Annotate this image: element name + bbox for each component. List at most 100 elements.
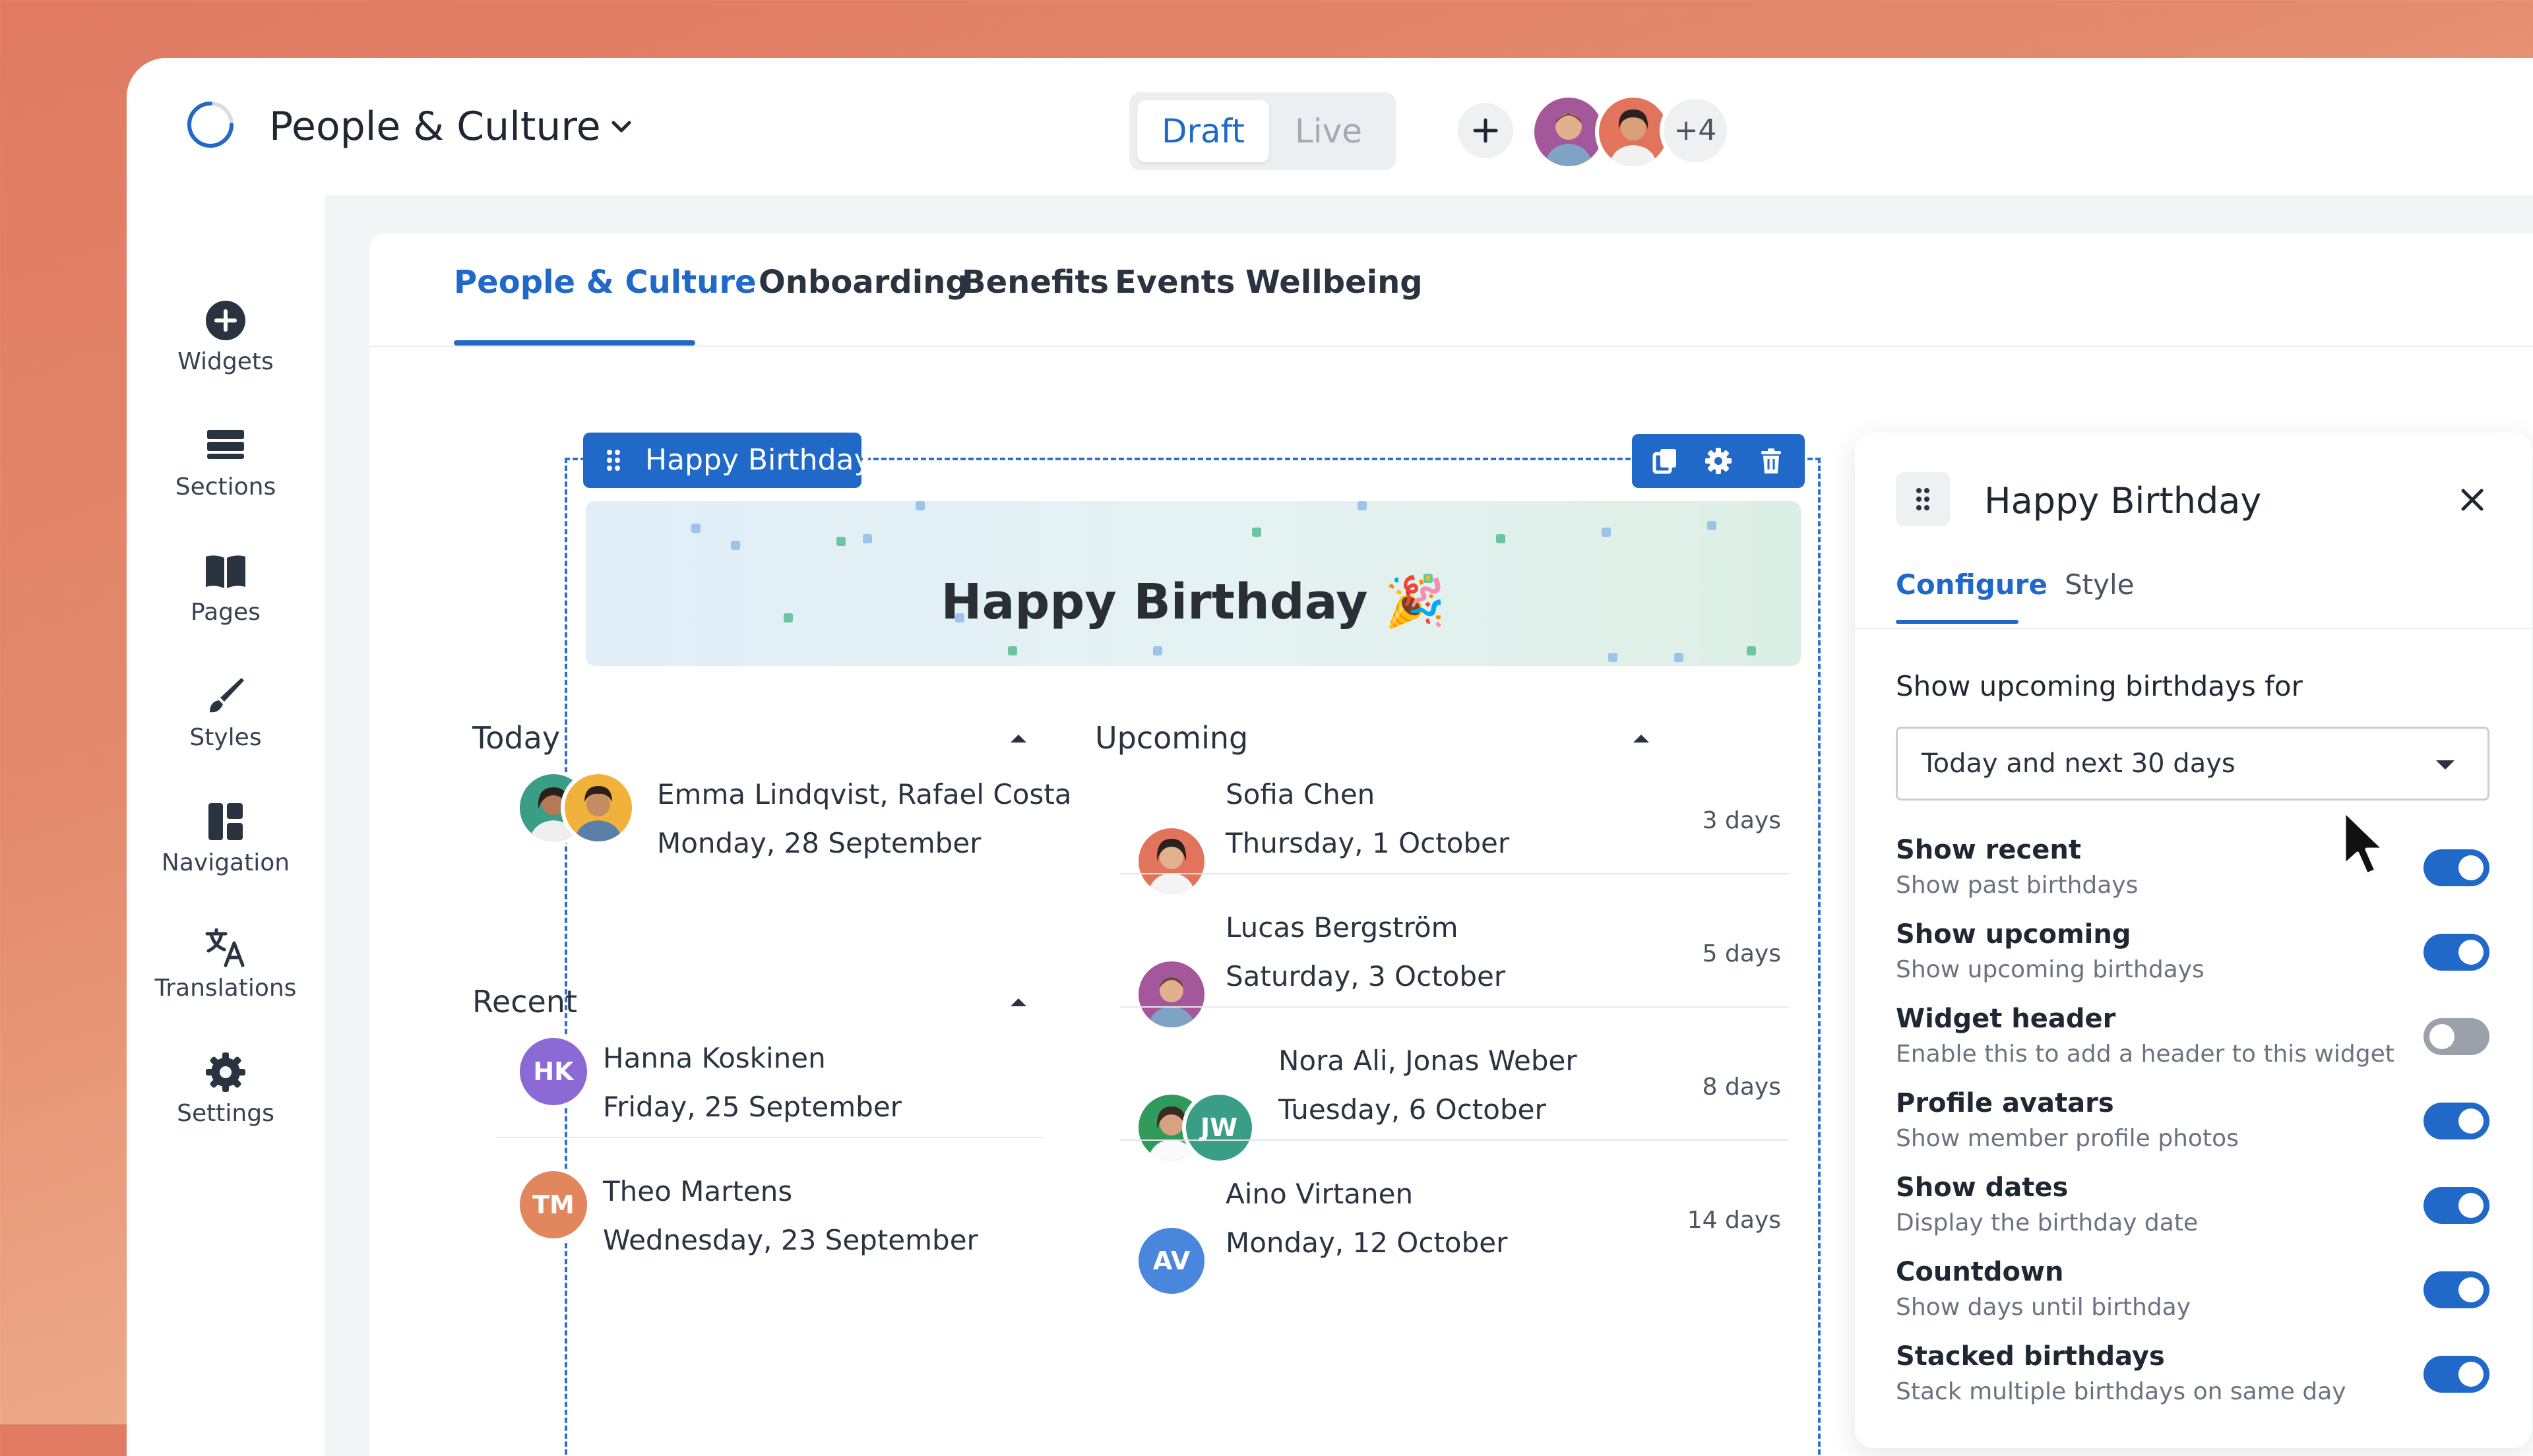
widget-drag-handle[interactable]: Happy Birthday <box>583 433 871 488</box>
option-title: Stacked birthdays <box>1896 1341 2165 1372</box>
site-title[interactable]: People & Culture <box>269 102 601 152</box>
collapse-caret-icon[interactable] <box>1011 998 1026 1006</box>
birthday-range-select[interactable]: Today and next 30 days <box>1896 727 2489 801</box>
confetti <box>1153 646 1162 655</box>
sidebar-item-navigation[interactable]: Navigation <box>127 801 325 899</box>
option-description: Display the birthday date <box>1896 1209 2199 1236</box>
option-description: Stack multiple birthdays on same day <box>1896 1378 2346 1405</box>
app-window: People & Culture Draft Live +4 Widgets S… <box>127 58 2533 1456</box>
widget-toolbar <box>1632 434 1805 488</box>
person-photo-icon <box>1610 109 1657 166</box>
tab-events[interactable]: Events <box>1115 264 1235 301</box>
sections-icon <box>207 430 244 459</box>
brush-icon <box>210 678 244 713</box>
person-photo-icon <box>1148 839 1195 894</box>
sidebar-item-translations[interactable]: Translations <box>127 926 325 1025</box>
sidebar-item-settings[interactable]: Settings <box>127 1051 325 1150</box>
today-section-title: Today <box>472 720 561 756</box>
days-countdown: 3 days <box>1702 807 1781 834</box>
sidebar-item-label: Widgets <box>177 348 274 375</box>
collapse-caret-icon[interactable] <box>1633 735 1649 743</box>
countdown-toggle[interactable] <box>2424 1271 2489 1308</box>
person-avatar <box>1135 824 1208 898</box>
dropdown-arrow-icon <box>2436 760 2455 770</box>
profile-avatars-toggle[interactable] <box>2424 1103 2489 1139</box>
sidebar-item-widgets[interactable]: Widgets <box>127 299 325 398</box>
option-description: Enable this to add a header to this widg… <box>1896 1041 2394 1068</box>
sidebar-item-styles[interactable]: Styles <box>127 675 325 774</box>
tab-people-culture[interactable]: People & Culture <box>454 264 757 301</box>
upcoming-section-title: Upcoming <box>1095 720 1249 756</box>
widget-header-toggle[interactable] <box>2424 1018 2489 1055</box>
panel-drag-handle[interactable] <box>1896 472 1950 526</box>
sidebar-item-label: Sections <box>175 473 276 501</box>
stacked-birthdays-toggle[interactable] <box>2424 1356 2489 1393</box>
collapse-caret-icon[interactable] <box>1011 735 1026 743</box>
confetti <box>1608 653 1617 662</box>
row-divider <box>1120 1006 1789 1008</box>
confetti <box>731 541 740 550</box>
confetti <box>1496 534 1505 543</box>
option-stacked-birthdays: Stacked birthdays Stack multiple birthda… <box>1896 1341 2489 1420</box>
confetti <box>1747 646 1756 655</box>
person-avatar <box>1135 957 1208 1031</box>
chevron-down-icon[interactable] <box>608 113 635 140</box>
option-show-recent: Show recent Show past birthdays <box>1896 835 2489 914</box>
show-upcoming-toggle[interactable] <box>2424 934 2489 971</box>
option-description: Show upcoming birthdays <box>1896 956 2205 983</box>
tab-benefits[interactable]: Benefits <box>962 264 1109 301</box>
panel-divider <box>1855 628 2532 629</box>
option-countdown: Countdown Show days until birthday <box>1896 1257 2489 1336</box>
option-title: Show recent <box>1896 835 2081 865</box>
duplicate-icon[interactable] <box>1652 447 1679 475</box>
active-tab-indicator <box>454 340 695 346</box>
sidebar-item-pages[interactable]: Pages <box>127 550 325 649</box>
toggle-knob <box>2458 1362 2484 1387</box>
days-countdown: 8 days <box>1702 1074 1781 1101</box>
sidebar-item-label: Translations <box>154 975 297 1002</box>
show-dates-toggle[interactable] <box>2424 1187 2489 1224</box>
toggle-knob <box>2458 1108 2484 1134</box>
mouse-pointer-icon <box>2342 809 2386 876</box>
live-mode-button[interactable]: Live <box>1269 100 1388 162</box>
book-icon <box>206 555 245 588</box>
option-description: Show days until birthday <box>1896 1294 2191 1321</box>
confetti <box>1602 528 1611 537</box>
option-profile-avatars: Profile avatars Show member profile phot… <box>1896 1088 2489 1167</box>
tab-onboarding[interactable]: Onboarding <box>759 264 968 301</box>
toggle-knob <box>2458 940 2484 965</box>
recent-section-title: Recent <box>472 984 577 1019</box>
initials-avatar: AV <box>1135 1224 1208 1298</box>
person-photo-icon <box>1148 977 1195 1027</box>
birthday-date: Wednesday, 23 September <box>603 1224 978 1256</box>
confetti <box>916 501 925 510</box>
banner-title: Happy Birthday 🎉 <box>941 574 1446 630</box>
tab-style[interactable]: Style <box>2065 568 2135 601</box>
plus-circle-icon <box>206 301 245 340</box>
active-tab-indicator <box>1896 620 2018 624</box>
navigation-icon <box>208 803 243 840</box>
show-recent-toggle[interactable] <box>2424 849 2489 886</box>
trash-icon[interactable] <box>1757 447 1785 475</box>
row-divider <box>496 1137 1044 1138</box>
draft-mode-button[interactable]: Draft <box>1137 100 1269 162</box>
more-collaborators-badge[interactable]: +4 <box>1660 95 1731 166</box>
toggle-knob <box>2458 1193 2484 1218</box>
option-show-dates: Show dates Display the birthday date <box>1896 1172 2489 1252</box>
person-name: Sofia Chen <box>1226 778 1375 810</box>
add-collaborator-button[interactable] <box>1458 103 1513 158</box>
person-name: Lucas Bergström <box>1226 911 1458 944</box>
close-icon[interactable] <box>2458 485 2487 514</box>
tab-configure[interactable]: Configure <box>1896 568 2048 601</box>
sidebar-item-label: Settings <box>177 1100 274 1127</box>
toggle-knob <box>2458 1277 2484 1302</box>
person-name: Emma Lindqvist, Rafael Costa <box>657 778 1072 810</box>
select-value: Today and next 30 days <box>1922 748 2236 779</box>
widget-tag-label: Happy Birthday <box>645 443 871 477</box>
sidebar-item-sections[interactable]: Sections <box>127 425 325 524</box>
settings-gear-icon[interactable] <box>1704 447 1732 475</box>
toggle-knob <box>2429 1024 2455 1049</box>
option-title: Countdown <box>1896 1257 2064 1287</box>
app-logo-icon <box>187 102 234 148</box>
tab-wellbeing[interactable]: Wellbeing <box>1245 264 1423 301</box>
